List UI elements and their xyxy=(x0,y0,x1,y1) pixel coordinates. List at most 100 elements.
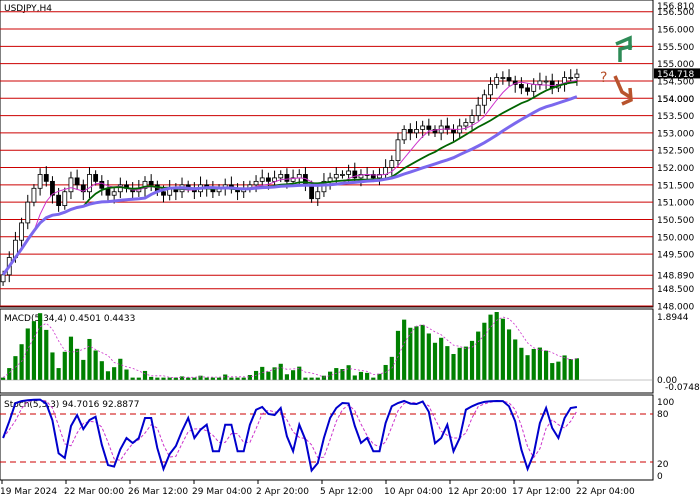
price-tick-label: 148.890 xyxy=(657,272,694,282)
macd-bar xyxy=(68,336,74,380)
macd-bar xyxy=(19,344,24,380)
macd-bar xyxy=(99,361,104,380)
macd-bar xyxy=(229,377,234,380)
macd-bar xyxy=(562,355,567,380)
macd-bar xyxy=(155,377,160,380)
macd-bar xyxy=(451,353,456,380)
price-tick-label: 153.000 xyxy=(657,129,694,139)
price-tick-label: 150.500 xyxy=(657,216,694,226)
candle-body xyxy=(401,129,407,141)
x-tick-label: 17 Apr 12:00 xyxy=(512,487,571,497)
candle-body xyxy=(463,122,469,127)
candle-body xyxy=(37,174,43,189)
price-tick-label: 152.000 xyxy=(657,164,694,174)
candle-body xyxy=(426,125,432,130)
macd-bar xyxy=(260,366,265,380)
macd-bar xyxy=(136,377,141,380)
macd-bar xyxy=(525,355,530,380)
macd-bar xyxy=(574,358,579,380)
macd-bar xyxy=(457,347,462,380)
candle-body xyxy=(395,139,401,161)
macd-bar xyxy=(531,348,536,380)
price-top-label: 156.810 xyxy=(657,2,694,12)
macd-bar xyxy=(568,359,573,380)
x-tick-label: 19 Mar 2024 xyxy=(0,487,57,497)
stoch-tick-80: 80 xyxy=(657,410,669,420)
macd-bar xyxy=(124,369,129,380)
price-tick-label: 148.500 xyxy=(657,285,694,295)
macd-bar xyxy=(31,321,37,380)
macd-bar xyxy=(192,377,197,380)
candle-body xyxy=(31,187,37,203)
macd-bar xyxy=(266,371,271,380)
candle-body xyxy=(389,160,395,168)
candle-body xyxy=(333,174,339,179)
candle-body xyxy=(531,84,537,92)
macd-bar xyxy=(414,326,419,380)
candle-body xyxy=(475,104,481,116)
macd-bar xyxy=(87,338,92,380)
x-tick-label: 5 Apr 12:00 xyxy=(320,487,373,497)
price-tick-label: 150.000 xyxy=(657,233,694,243)
macd-bar xyxy=(50,352,55,380)
price-tick-label: 153.500 xyxy=(657,112,694,122)
candle-body xyxy=(309,184,314,200)
macd-bar xyxy=(44,329,49,380)
macd-bar xyxy=(537,347,542,380)
candle-body xyxy=(568,77,574,79)
macd-bar xyxy=(445,346,450,380)
candle-body xyxy=(284,174,290,182)
macd-bar xyxy=(241,377,246,380)
candle-body xyxy=(407,129,413,134)
price-tick-label: 152.500 xyxy=(657,147,694,157)
candle-body xyxy=(414,129,419,134)
macd-bar xyxy=(105,371,111,380)
macd-bar xyxy=(25,328,30,380)
macd-bar xyxy=(75,348,80,380)
chart-title: USDJPY,H4 xyxy=(4,4,52,14)
candle-body xyxy=(488,84,493,96)
x-tick-label: 26 Mar 12:00 xyxy=(128,487,188,497)
current-price-label: 154.718 xyxy=(657,70,694,80)
macd-bar xyxy=(81,359,86,380)
candle-body xyxy=(469,115,475,123)
macd-bar xyxy=(142,370,148,380)
macd-bar xyxy=(62,351,67,380)
macd-bar xyxy=(149,376,154,380)
candle-body xyxy=(451,129,456,134)
candle-body xyxy=(420,125,426,130)
candle-body xyxy=(87,174,92,193)
candle-body xyxy=(525,87,530,92)
macd-bar xyxy=(469,340,475,380)
x-tick-label: 12 Apr 20:00 xyxy=(448,487,507,497)
candle-body xyxy=(74,177,80,186)
candle-body xyxy=(161,191,166,196)
macd-bar xyxy=(494,312,499,380)
macd-bar xyxy=(303,377,308,380)
macd-bar xyxy=(550,363,555,380)
candle-body xyxy=(68,177,74,193)
macd-bar xyxy=(291,370,296,380)
candle-body xyxy=(62,191,68,207)
macd-bar xyxy=(56,368,61,380)
macd-bar xyxy=(346,365,351,380)
macd-bar xyxy=(167,377,172,380)
candle-body xyxy=(253,180,259,186)
macd-bar xyxy=(402,319,407,380)
macd-bar xyxy=(358,371,364,380)
candle-body xyxy=(99,180,105,189)
macd-bar xyxy=(13,356,18,380)
candle-body xyxy=(506,77,512,82)
macd-bar xyxy=(513,339,518,380)
macd-bar xyxy=(284,374,289,380)
macd-bar xyxy=(204,377,209,380)
candle-body xyxy=(148,180,154,186)
candle-body xyxy=(93,174,99,182)
macd-tick-top: 1.8944 xyxy=(657,313,689,323)
candle-body xyxy=(340,174,345,176)
price-tick-label: 155.500 xyxy=(657,43,694,53)
macd-bar xyxy=(463,346,468,380)
macd-bar xyxy=(500,318,505,380)
x-tick-label: 10 Apr 04:00 xyxy=(384,487,443,497)
stoch-tick-20: 20 xyxy=(657,460,669,470)
